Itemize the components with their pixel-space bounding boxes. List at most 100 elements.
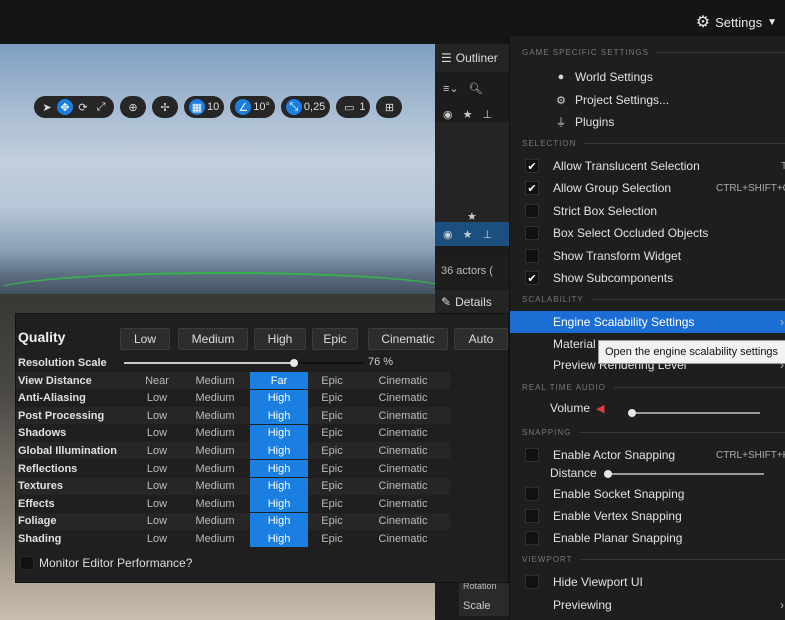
menu-strict-box-selection[interactable]: Strict Box Selection [510, 200, 785, 222]
quality-option[interactable]: Epic [308, 530, 356, 547]
volume-slider-knob[interactable] [628, 409, 636, 417]
resolution-scale-slider[interactable] [124, 359, 364, 367]
menu-plugins[interactable]: ⏚ Plugins [510, 111, 785, 133]
quality-option[interactable]: Low [134, 425, 180, 442]
rotate-icon[interactable]: ⟳ [75, 99, 91, 115]
world-local-toggle[interactable]: ⊕ [120, 96, 146, 118]
distance-slider-knob[interactable] [604, 470, 612, 478]
quality-option[interactable]: Cinematic [356, 372, 450, 389]
scale-snap-toggle[interactable]: ⤡ 0,25 [280, 96, 331, 118]
quality-option[interactable]: Low [134, 530, 180, 547]
menu-allow-group-selection[interactable]: ✔ Allow Group Selection CTRL+SHIFT+G [510, 177, 785, 199]
quality-option[interactable]: High [250, 442, 308, 460]
checkbox-unchecked-icon[interactable] [525, 531, 539, 545]
search-icon[interactable]: 🔍︎ [469, 82, 483, 95]
checkbox-checked-icon[interactable]: ✔ [525, 159, 539, 173]
pin-icon[interactable]: ⊥ [482, 108, 492, 121]
quality-option[interactable]: Low [134, 460, 180, 477]
checkbox-unchecked-icon[interactable] [525, 487, 539, 501]
quality-option[interactable]: Far [250, 372, 308, 389]
quality-option[interactable]: Cinematic [356, 513, 450, 530]
quality-option[interactable]: Low [134, 495, 180, 512]
quality-option[interactable]: High [250, 407, 308, 425]
quality-option[interactable]: Medium [180, 460, 250, 477]
quality-option[interactable]: Low [134, 513, 180, 530]
quality-option[interactable]: Medium [180, 425, 250, 442]
select-cursor-icon[interactable]: ➤ [39, 99, 55, 115]
quality-option[interactable]: High [250, 495, 308, 513]
quality-option[interactable]: Medium [180, 513, 250, 530]
distance-slider[interactable] [604, 470, 764, 478]
visibility-eye-icon[interactable]: ◉ [443, 108, 453, 121]
quality-option[interactable]: Medium [180, 372, 250, 389]
details-tab[interactable]: ✎ Details [435, 290, 515, 314]
speaker-muted-icon[interactable]: ◀ [596, 402, 604, 415]
quality-option[interactable]: High [250, 512, 308, 530]
menu-box-select-occluded[interactable]: Box Select Occluded Objects [510, 222, 785, 244]
surface-snapping-toggle[interactable]: ✢ [152, 96, 178, 118]
menu-allow-translucent-selection[interactable]: ✔ Allow Translucent Selection T [510, 155, 785, 177]
quality-option[interactable]: Low [134, 478, 180, 495]
preset-epic-button[interactable]: Epic [312, 328, 358, 350]
quality-option[interactable]: High [250, 460, 308, 477]
quality-option[interactable]: High [250, 530, 308, 548]
menu-previewing[interactable]: Previewing › [510, 594, 785, 616]
preset-medium-button[interactable]: Medium [178, 328, 248, 350]
quality-option[interactable]: Cinematic [356, 407, 450, 424]
viewport-layout-button[interactable]: ⊞ [376, 96, 403, 118]
menu-enable-socket-snapping[interactable]: Enable Socket Snapping [510, 483, 785, 505]
checkbox-unchecked-icon[interactable] [525, 509, 539, 523]
outliner-tab[interactable]: ☰ Outliner [435, 44, 515, 72]
monitor-performance-option[interactable]: Monitor Editor Performance? [20, 556, 192, 570]
quality-option[interactable]: High [250, 477, 308, 495]
checkbox-unchecked-icon[interactable] [525, 226, 539, 240]
menu-enable-actor-snapping[interactable]: Enable Actor Snapping CTRL+SHIFT+K [510, 444, 785, 466]
menu-enable-planar-snapping[interactable]: Enable Planar Snapping [510, 527, 785, 549]
star-icon[interactable]: ★ [467, 210, 477, 223]
rotation-snap-toggle[interactable]: ∠ 10° [230, 96, 275, 118]
quality-option[interactable]: High [250, 389, 308, 407]
quality-option[interactable]: Medium [180, 442, 250, 459]
pin-icon[interactable]: ⊥ [482, 228, 492, 241]
quality-option[interactable]: Epic [308, 425, 356, 442]
quality-option[interactable]: Epic [308, 495, 356, 512]
outliner-selected-row[interactable]: ◉ ★ ⊥ [435, 222, 515, 246]
quality-option[interactable]: Epic [308, 442, 356, 459]
camera-speed-button[interactable]: ▭ 1 [336, 96, 371, 118]
quality-option[interactable]: Epic [308, 478, 356, 495]
volume-slider[interactable] [628, 409, 760, 417]
quality-option[interactable]: Epic [308, 407, 356, 424]
quality-option[interactable]: High [250, 424, 308, 442]
preset-auto-button[interactable]: Auto [454, 328, 508, 350]
quality-option[interactable]: Epic [308, 372, 356, 389]
menu-hide-viewport-ui[interactable]: Hide Viewport UI [510, 571, 785, 593]
visibility-eye-icon[interactable]: ◉ [443, 228, 453, 241]
quality-option[interactable]: Low [134, 390, 180, 407]
quality-option[interactable]: Cinematic [356, 478, 450, 495]
menu-show-subcomponents[interactable]: ✔ Show Subcomponents [510, 267, 785, 289]
menu-world-settings[interactable]: ● World Settings [510, 66, 785, 88]
menu-show-transform-widget[interactable]: Show Transform Widget [510, 245, 785, 267]
quality-option[interactable]: Cinematic [356, 530, 450, 547]
quality-option[interactable]: Near [134, 372, 180, 389]
quality-option[interactable]: Cinematic [356, 390, 450, 407]
quality-option[interactable]: Epic [308, 513, 356, 530]
scale-icon[interactable]: ⤢ [93, 99, 109, 115]
quality-option[interactable]: Low [134, 407, 180, 424]
checkbox-checked-icon[interactable]: ✔ [525, 181, 539, 195]
checkbox-checked-icon[interactable]: ✔ [525, 271, 539, 285]
menu-enable-vertex-snapping[interactable]: Enable Vertex Snapping [510, 505, 785, 527]
quality-option[interactable]: Epic [308, 460, 356, 477]
quality-option[interactable]: Cinematic [356, 495, 450, 512]
menu-engine-scalability-settings[interactable]: Engine Scalability Settings › [510, 311, 785, 333]
quality-option[interactable]: Cinematic [356, 425, 450, 442]
quality-option[interactable]: Medium [180, 390, 250, 407]
quality-option[interactable]: Cinematic [356, 460, 450, 477]
checkbox-unchecked-icon[interactable] [525, 204, 539, 218]
quality-option[interactable]: Epic [308, 390, 356, 407]
monitor-performance-checkbox[interactable] [20, 556, 34, 570]
checkbox-unchecked-icon[interactable] [525, 448, 539, 462]
preset-cinematic-button[interactable]: Cinematic [368, 328, 448, 350]
checkbox-unchecked-icon[interactable] [525, 575, 539, 589]
grid-snap-toggle[interactable]: ▦ 10 [184, 96, 225, 118]
